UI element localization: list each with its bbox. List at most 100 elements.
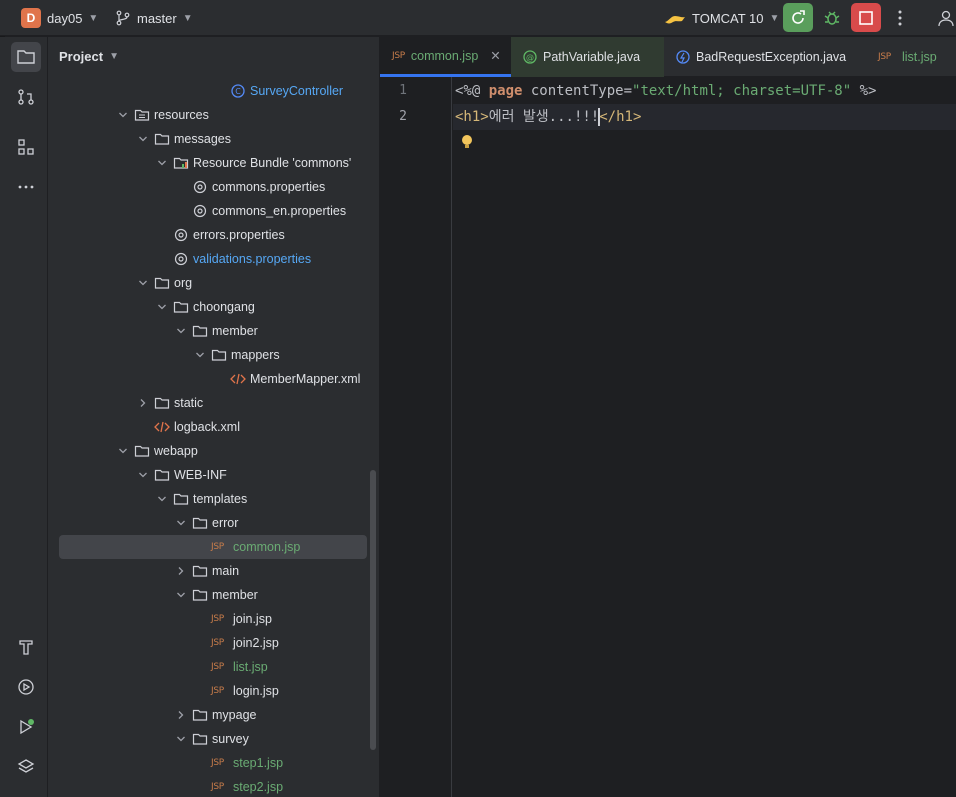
editor-tabs: JSP common.jsp ✕ @ PathVariable.java Bad… (380, 37, 956, 77)
tree-item[interactable]: JSP join.jsp (48, 607, 379, 631)
chevron-down-icon[interactable] (174, 516, 188, 530)
svg-text:C: C (235, 87, 241, 96)
tree-item-content: commons.properties (174, 175, 325, 199)
tree-item[interactable]: templates (48, 487, 379, 511)
tree-item[interactable]: MemberMapper.xml (48, 367, 379, 391)
html-open-tag: <h1> (455, 109, 489, 125)
run-config-selector[interactable]: TOMCAT 10 ▼ (664, 0, 779, 36)
tree-item[interactable]: JSP step1.jsp (48, 751, 379, 775)
close-icon[interactable]: ✕ (490, 48, 500, 63)
tree-item[interactable]: JSP common.jsp (48, 535, 379, 559)
chevron-down-icon[interactable] (136, 276, 150, 290)
tree-item[interactable]: JSP list.jsp (48, 655, 379, 679)
chevron-right-icon[interactable] (136, 396, 150, 410)
build-tool-button[interactable] (11, 632, 41, 662)
chevron-down-icon[interactable] (174, 732, 188, 746)
tree-item-content: webapp (116, 439, 198, 463)
chevron-down-icon[interactable] (174, 588, 188, 602)
tree-item-content: Resource Bundle 'commons' (155, 151, 351, 175)
tree-item[interactable]: choongang (48, 295, 379, 319)
tree-item-content: org (136, 271, 192, 295)
tree-scrollbar[interactable] (370, 470, 376, 750)
tree-item[interactable]: mappers (48, 343, 379, 367)
chevron-down-icon[interactable] (155, 300, 169, 314)
folder-icon (173, 299, 189, 315)
tab-list-jsp[interactable]: JSP list.jsp (866, 37, 956, 77)
branch-switcher[interactable]: master ▼ (115, 0, 193, 36)
tree-item-content: validations.properties (155, 247, 311, 271)
tree-item[interactable]: survey (48, 727, 379, 751)
html-text: 에러 발생...!!! (488, 109, 600, 125)
chevron-right-icon[interactable] (174, 564, 188, 578)
tree-item-content: mypage (174, 703, 256, 727)
xml-file-icon (154, 419, 170, 435)
folder-icon (192, 587, 208, 603)
folder-icon (211, 347, 227, 363)
chevron-down-icon[interactable] (155, 156, 169, 170)
tree-item[interactable]: validations.properties (48, 247, 379, 271)
tree-item[interactable]: member (48, 583, 379, 607)
tree-item[interactable]: JSP step2.jsp (48, 775, 379, 797)
structure-tool-button[interactable] (11, 132, 41, 162)
tree-item[interactable]: logback.xml (48, 415, 379, 439)
tree-item-content: MemberMapper.xml (212, 367, 360, 391)
tree-item[interactable]: org (48, 271, 379, 295)
account-button[interactable] (936, 3, 956, 32)
commit-tool-button[interactable] (11, 82, 41, 112)
tree-item-content: messages (136, 127, 231, 151)
project-switcher[interactable]: D day05 ▼ (21, 0, 98, 36)
tab-pathvariable-java[interactable]: @ PathVariable.java (511, 37, 664, 77)
chevron-down-icon[interactable] (116, 108, 130, 122)
tree-item-content: resources (116, 103, 209, 127)
tree-item[interactable]: Resource Bundle 'commons' (48, 151, 379, 175)
project-tool-button[interactable] (11, 42, 41, 72)
tree-item[interactable]: error (48, 511, 379, 535)
tab-common-jsp[interactable]: JSP common.jsp ✕ (380, 37, 511, 77)
stop-button[interactable] (851, 3, 881, 32)
properties-file-icon (173, 251, 189, 267)
tree-item-content: WEB-INF (136, 463, 227, 487)
tree-item[interactable]: C SurveyController (48, 79, 379, 103)
tree-item[interactable]: resources (48, 103, 379, 127)
tree-item[interactable]: messages (48, 127, 379, 151)
chevron-down-icon[interactable] (136, 468, 150, 482)
tree-item-content: errors.properties (155, 223, 285, 247)
intention-bulb-icon[interactable] (460, 134, 474, 153)
folder-icon (154, 467, 170, 483)
run-tool-button[interactable] (11, 712, 41, 742)
chevron-down-icon[interactable] (155, 492, 169, 506)
tree-item[interactable]: static (48, 391, 379, 415)
project-panel-header[interactable]: Project ▼ (59, 49, 119, 64)
tree-item[interactable]: main (48, 559, 379, 583)
chevron-right-icon[interactable] (174, 708, 188, 722)
debug-button[interactable] (817, 3, 847, 32)
tree-item[interactable]: webapp (48, 439, 379, 463)
more-actions-button[interactable] (885, 3, 915, 32)
chevron-down-icon[interactable] (136, 132, 150, 146)
code-editor[interactable]: <%@ page contentType="text/html; charset… (453, 77, 956, 797)
tree-item-label: step2.jsp (233, 780, 284, 794)
tree-item-label: step1.jsp (233, 756, 284, 770)
tree-item[interactable]: mypage (48, 703, 379, 727)
services-tool-button[interactable] (11, 672, 41, 702)
chevron-down-icon[interactable] (193, 348, 207, 362)
stop-icon (859, 10, 873, 25)
tree-item[interactable]: member (48, 319, 379, 343)
more-tools-button[interactable] (11, 172, 41, 202)
chevron-down-icon[interactable] (116, 444, 130, 458)
tree-item[interactable]: commons_en.properties (48, 199, 379, 223)
bug-icon (824, 11, 840, 25)
chevron-down-icon[interactable] (174, 324, 188, 338)
jsp-attribute: contentType= (522, 83, 633, 99)
tree-item[interactable]: WEB-INF (48, 463, 379, 487)
tree-item[interactable]: JSP join2.jsp (48, 631, 379, 655)
layers-tool-button[interactable] (11, 752, 41, 782)
tree-item[interactable]: errors.properties (48, 223, 379, 247)
tree-item[interactable]: JSP login.jsp (48, 679, 379, 703)
tab-badrequestexception-java[interactable]: BadRequestException.java (664, 37, 862, 77)
rerun-button[interactable] (783, 3, 813, 32)
line-number: 1 (399, 83, 407, 98)
tree-item[interactable]: commons.properties (48, 175, 379, 199)
